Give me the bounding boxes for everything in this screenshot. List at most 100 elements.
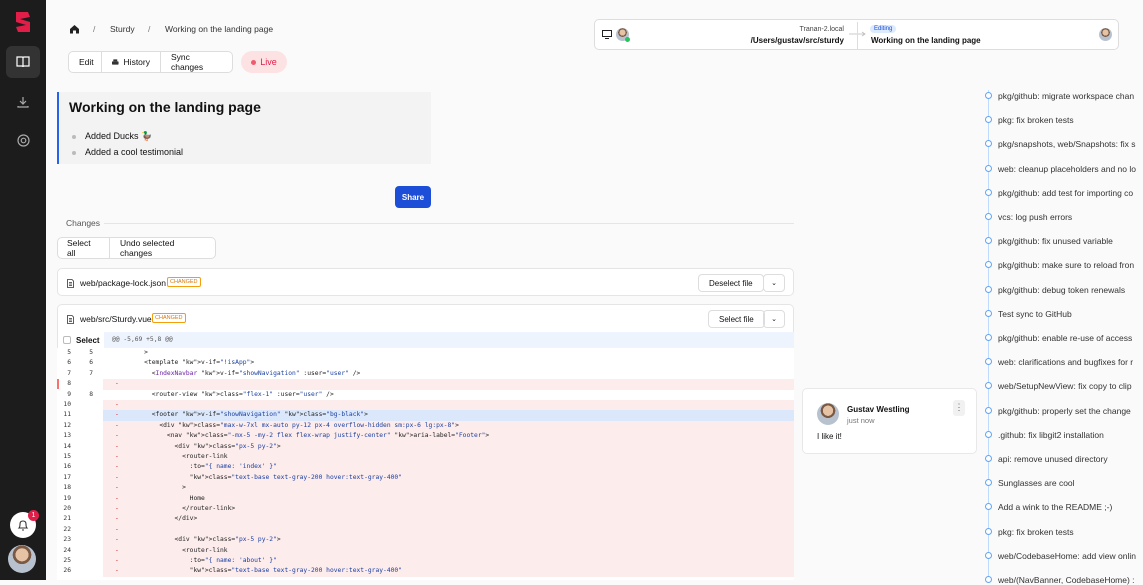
diff-line[interactable]: 23 - <div "kw">class="px-5 py-2"> bbox=[63, 535, 794, 546]
hunk-select[interactable]: Select bbox=[58, 332, 104, 348]
more-options-icon[interactable]: ⋮ bbox=[953, 400, 965, 416]
timeline-item[interactable]: web: cleanup placeholders and no lo bbox=[998, 164, 1136, 174]
diff-line[interactable]: 14 - <div "kw">class="px-5 py-2"> bbox=[63, 441, 794, 452]
diff-line[interactable]: 26 - "kw">class="text-base text-gray-200 … bbox=[63, 566, 794, 577]
sturdy-logo[interactable] bbox=[14, 10, 32, 34]
timeline-item[interactable]: pkg/github: make sure to reload fron bbox=[998, 260, 1134, 270]
edit-button[interactable]: Edit bbox=[68, 51, 102, 73]
breadcrumb-workspace[interactable]: Working on the landing page bbox=[165, 24, 273, 34]
edit-label: Edit bbox=[79, 57, 94, 67]
select-all-button[interactable]: Select all bbox=[57, 237, 110, 259]
code-text: :to="{ name: 'index' }" bbox=[129, 463, 277, 471]
diff-sign: - bbox=[115, 494, 119, 502]
sidebar-item-download[interactable] bbox=[6, 86, 40, 118]
timeline-item[interactable]: .github: fix libgit2 installation bbox=[998, 430, 1104, 440]
diff-line[interactable]: 19 - Home bbox=[63, 493, 794, 504]
file-name: web/package-lock.json bbox=[80, 278, 166, 288]
diff-line[interactable]: 25 - :to="{ name: 'about' }" bbox=[63, 556, 794, 567]
code-text: <footer "kw">v-if="showNavigation" "kw">… bbox=[129, 411, 368, 419]
old-line-number: 24 bbox=[63, 546, 71, 554]
select-file-button[interactable]: Select file bbox=[708, 310, 765, 328]
code-text: "kw">class="text-base text-gray-200 hove… bbox=[189, 473, 402, 481]
timeline-dot-icon bbox=[985, 237, 992, 245]
diff-line[interactable]: 13 - <nav "kw">class="-mx-5 -my-2 flex fl… bbox=[63, 431, 794, 442]
old-line-number: 15 bbox=[63, 453, 71, 460]
timeline-dot-icon bbox=[985, 164, 992, 172]
timeline-item[interactable]: pkg: fix broken tests bbox=[998, 527, 1074, 537]
old-line-number: 21 bbox=[63, 515, 71, 523]
list-item: Added Ducks 🦆 bbox=[71, 131, 153, 141]
timeline-item[interactable]: pkg: fix broken tests bbox=[998, 115, 1074, 125]
diff-line[interactable]: 21 - </div> bbox=[63, 514, 794, 525]
user-avatar[interactable] bbox=[8, 545, 36, 573]
diff-line[interactable]: 24 - <router-link bbox=[63, 545, 794, 556]
breadcrumb-repo[interactable]: Sturdy bbox=[110, 24, 135, 34]
timeline-item[interactable]: pkg/github: migrate workspace chan bbox=[998, 91, 1134, 101]
timeline-item[interactable]: pkg/github: enable re-use of access bbox=[998, 333, 1132, 343]
diff-line[interactable]: 10 - bbox=[63, 400, 794, 411]
file-name: web/src/Sturdy.vue bbox=[80, 314, 152, 324]
diff-line[interactable]: 11 - <footer "kw">v-if="showNavigation" "… bbox=[63, 410, 794, 421]
select-checkbox[interactable] bbox=[63, 336, 71, 344]
diff-line[interactable]: 12 - <div "kw">class="max-w-7xl mx-auto p… bbox=[63, 420, 794, 432]
code-text: "kw">class="text-base text-gray-200 hove… bbox=[189, 567, 402, 575]
diff-line[interactable]: 5 5 > bbox=[57, 348, 794, 358]
arrow-right-icon bbox=[849, 31, 866, 37]
diff-sign: - bbox=[115, 453, 119, 460]
diff-line[interactable]: 17 - "kw">class="text-base text-gray-200 … bbox=[63, 472, 794, 484]
comment-card[interactable]: Gustav Westling just now ⋮ I like it! bbox=[802, 388, 977, 454]
timeline-item[interactable]: web/CodebaseHome: add view onlin bbox=[998, 551, 1136, 561]
diff-line[interactable]: 7 7 <IndexNavbar "kw">v-if="showNavigatio… bbox=[57, 369, 794, 379]
diff-line[interactable]: 15 - <router-link bbox=[63, 452, 794, 463]
timeline-item[interactable]: web/(NavBanner, CodebaseHome) : bbox=[998, 575, 1135, 585]
home-icon[interactable] bbox=[69, 24, 80, 34]
file-card[interactable]: web/package-lock.json CHANGED Deselect f… bbox=[57, 268, 794, 296]
diff-line[interactable]: 20 - </router-link> bbox=[63, 504, 794, 515]
diff-line[interactable]: 9 8 <router-view "kw">class="flex-1" :use… bbox=[57, 390, 794, 400]
code-text: :to="{ name: 'about' }" bbox=[129, 557, 277, 564]
timeline-item[interactable]: vcs: log push errors bbox=[998, 212, 1072, 222]
sync-changes-button[interactable]: Sync changes bbox=[160, 51, 233, 73]
diff-sign: - bbox=[115, 442, 119, 450]
live-indicator[interactable]: Live bbox=[241, 51, 287, 73]
diff-line[interactable]: 6 6 <template "kw">v-if="!isApp"> bbox=[57, 358, 794, 368]
timeline-item[interactable]: Sunglasses are cool bbox=[998, 478, 1075, 488]
deselect-file-button[interactable]: Deselect file bbox=[698, 274, 764, 292]
changes-heading: Changes bbox=[66, 218, 101, 228]
share-button[interactable]: Share bbox=[395, 186, 431, 208]
workspace-description[interactable]: Working on the landing page Added Ducks … bbox=[57, 92, 431, 164]
timeline-item[interactable]: Test sync to GitHub bbox=[998, 309, 1072, 319]
presence-divider bbox=[857, 22, 858, 49]
timeline-item[interactable]: pkg/github: add test for importing co bbox=[998, 188, 1133, 198]
timeline-item[interactable]: pkg/snapshots, web/Snapshots: fix s bbox=[998, 139, 1136, 149]
old-line-number: 16 bbox=[63, 463, 71, 471]
history-button[interactable]: History bbox=[101, 51, 161, 73]
diff-line[interactable]: 16 - :to="{ name: 'index' }" bbox=[63, 462, 794, 473]
undo-selected-button[interactable]: Undo selected changes bbox=[109, 237, 216, 259]
chevron-down-icon[interactable]: ⌄ bbox=[763, 310, 785, 328]
presence-card[interactable]: Tranan-2.local /Users/gustav/src/sturdy … bbox=[594, 19, 1119, 50]
timeline-dot-icon bbox=[985, 188, 992, 196]
diff-sign: - bbox=[115, 525, 119, 533]
diff-sign: - bbox=[115, 515, 119, 523]
timeline-item[interactable]: web: clarifications and bugfixes for r bbox=[998, 357, 1133, 367]
diff-view[interactable]: 5 5 >6 6 <template "kw">v-if="!isApp"> 7 7 <… bbox=[57, 348, 794, 580]
old-line-number: 8 bbox=[67, 380, 71, 388]
history-icon bbox=[112, 59, 119, 65]
diff-line[interactable]: 22 - bbox=[63, 524, 794, 536]
deletion-marker bbox=[57, 379, 59, 389]
timeline-item[interactable]: web/SetupNewView: fix copy to clip bbox=[998, 381, 1132, 391]
sidebar-item-help[interactable] bbox=[6, 124, 40, 156]
timeline-item[interactable]: pkg/github: debug token renewals bbox=[998, 285, 1125, 295]
timeline-item[interactable]: Add a wink to the README ;-) bbox=[998, 502, 1112, 512]
timeline-item[interactable]: pkg/github: fix unused variable bbox=[998, 236, 1113, 246]
changed-badge: CHANGED bbox=[167, 277, 201, 287]
chevron-down-icon[interactable]: ⌄ bbox=[763, 274, 785, 292]
timeline-item[interactable]: api: remove unused directory bbox=[998, 454, 1108, 464]
code-text: <router-view "kw">class="flex-1" :user="… bbox=[129, 390, 334, 398]
timeline-item[interactable]: pkg/github: properly set the change bbox=[998, 406, 1131, 416]
sidebar-item-book[interactable] bbox=[6, 46, 40, 78]
diff-line[interactable]: 18 - > bbox=[63, 483, 794, 494]
diff-line[interactable]: 8- bbox=[67, 379, 794, 390]
breadcrumb-separator: / bbox=[148, 24, 151, 34]
